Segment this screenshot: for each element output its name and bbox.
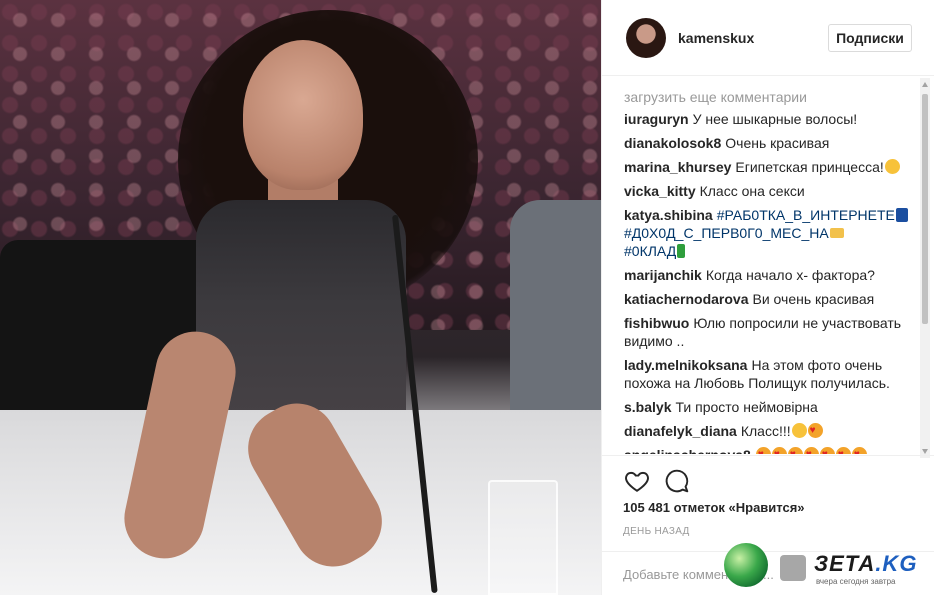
hashtag-link[interactable]: #Д0Х0Д_С_ПЕРВ0Г0_МЕС_НА (624, 225, 829, 241)
following-button[interactable]: Подписки (828, 24, 912, 52)
comment-username[interactable]: katya.shibina (624, 207, 713, 223)
heart-eyes-emoji-icon (819, 447, 835, 454)
comment: katya.shibina #РАБ0ТКА_В_ИНТЕРНЕТЕ #Д0Х0Д_… (624, 206, 912, 260)
person-right (510, 200, 601, 420)
heart-eyes-emoji-icon (807, 423, 823, 438)
smile-emoji-icon (791, 423, 807, 438)
comment-username[interactable]: dianakolosok8 (624, 135, 721, 151)
heart-eyes-emoji-icon (787, 447, 803, 454)
comment-username[interactable]: marina_khursey (624, 159, 731, 175)
comment-text: Когда начало х- фактора? (705, 267, 875, 283)
comment-text: Класс!!! (740, 423, 791, 439)
comment: s.balyk Ти просто неймовірна (624, 398, 912, 416)
card-emoji-icon (829, 228, 844, 238)
scrollbar-thumb[interactable] (922, 94, 928, 324)
heart-eyes-emoji-icon (755, 447, 771, 454)
load-more-comments-link[interactable]: загрузить еще комментарии (624, 88, 912, 106)
comment: marina_khursey Египетская принцесса! (624, 158, 912, 176)
comment-username[interactable]: vicka_kitty (624, 183, 696, 199)
comments-scrollbar[interactable] (920, 78, 930, 458)
likes-count[interactable]: 105 481 отметок «Нравится» (623, 500, 805, 515)
add-comment-input[interactable] (623, 562, 863, 586)
comments-list: загрузить еще комментарии iuraguryn У нее… (624, 88, 912, 454)
heart-outline-icon[interactable] (624, 468, 650, 494)
comment-username[interactable]: iuraguryn (624, 111, 689, 127)
scroll-up-arrow-icon[interactable] (922, 82, 928, 87)
comment-username[interactable]: lady.melnikoksana (624, 357, 747, 373)
dollar-emoji-icon (677, 244, 686, 258)
comment: angelinachernova8 (624, 446, 912, 454)
comment: fishibwuo Юлю попросили не участвовать ви… (624, 314, 912, 350)
avatar[interactable] (626, 17, 666, 58)
comment-username[interactable]: marijanchik (624, 267, 702, 283)
comment: marijanchik Когда начало х- фактора? (624, 266, 912, 284)
scroll-down-arrow-icon[interactable] (922, 449, 928, 454)
add-comment-bar (601, 551, 934, 595)
post-header: kamenskux Подписки (602, 0, 934, 76)
comment-text: Очень красивая (725, 135, 830, 151)
comment-text: Ви очень красивая (752, 291, 875, 307)
post-actions (602, 455, 934, 505)
phone-emoji-icon (895, 208, 908, 222)
face (243, 40, 363, 190)
water-glass (488, 480, 558, 595)
heart-eyes-emoji-icon (803, 447, 819, 454)
comment-text: У нее шыкарные волосы! (692, 111, 858, 127)
hashtag-link[interactable]: #0КЛАД (624, 243, 676, 259)
comment-username[interactable]: katiachernodarova (624, 291, 749, 307)
grinning-emoji-icon (884, 159, 900, 174)
comment: lady.melnikoksana На этом фото очень похо… (624, 356, 912, 392)
comment-username[interactable]: fishibwuo (624, 315, 689, 331)
post-photo[interactable] (0, 0, 601, 595)
comment: iuraguryn У нее шыкарные волосы! (624, 110, 912, 128)
post-timestamp[interactable]: ДЕНЬ НАЗАД (623, 526, 690, 537)
comment: dianafelyk_diana Класс!!! (624, 422, 912, 440)
comment-text: Египетская принцесса! (735, 159, 884, 175)
hashtag-link[interactable]: #РАБ0ТКА_В_ИНТЕРНЕТЕ (717, 207, 895, 223)
heart-eyes-emoji-icon (835, 447, 851, 454)
comment: dianakolosok8 Очень красивая (624, 134, 912, 152)
comment-username[interactable]: angelinachernova8 (624, 447, 751, 454)
comment-username[interactable]: dianafelyk_diana (624, 423, 737, 439)
username[interactable]: kamenskux (678, 30, 754, 46)
comment-username[interactable]: s.balyk (624, 399, 671, 415)
heart-eyes-emoji-icon (771, 447, 787, 454)
comment: katiachernodarova Ви очень красивая (624, 290, 912, 308)
comment-text: Класс она секси (699, 183, 805, 199)
speech-bubble-icon[interactable] (664, 468, 690, 494)
comment-text: Ти просто неймовірна (675, 399, 818, 415)
heart-eyes-emoji-icon (851, 447, 867, 454)
comment: vicka_kitty Класс она секси (624, 182, 912, 200)
